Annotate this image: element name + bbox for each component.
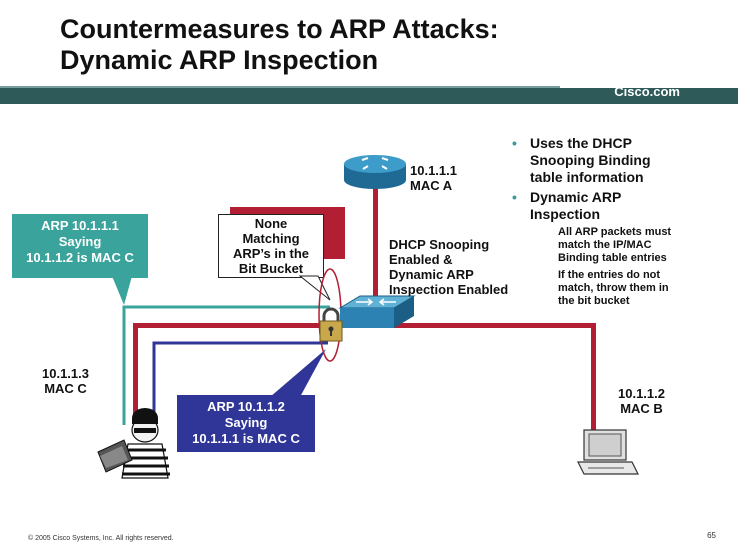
bullet-dot-icon: • xyxy=(512,189,517,205)
bullet-dot-icon: • xyxy=(512,135,517,151)
switch-label-line-3: Dynamic ARP xyxy=(389,267,474,282)
teal-arp-callout: ARP 10.1.1.1 Saying 10.1.1.2 is MAC C xyxy=(12,214,148,278)
attacker-label: 10.1.1.3 MAC C xyxy=(42,366,89,396)
host-b-label: 10.1.1.2 MAC B xyxy=(618,386,665,416)
host-b-icon xyxy=(577,429,639,475)
host-b-ip: 10.1.1.2 xyxy=(618,386,665,401)
switch-label-line-2: Enabled & xyxy=(389,252,453,267)
copyright-footer: © 2005 Cisco Systems, Inc. All rights re… xyxy=(28,535,174,542)
teal-callout-tail xyxy=(112,276,132,305)
router-link xyxy=(373,188,378,306)
blue-callout-line-1: ARP 10.1.1.2 xyxy=(207,399,285,414)
bullet-list: • Uses the DHCP Snooping Binding table i… xyxy=(508,135,730,312)
blue-callout-tail xyxy=(270,349,326,397)
bullet-1-line-1: Uses the DHCP xyxy=(530,135,632,151)
bullet-1-line-3: table information xyxy=(530,169,644,185)
attacker-icon xyxy=(97,408,170,479)
router-ip: 10.1.1.1 xyxy=(410,163,457,178)
blue-arp-callout: ARP 10.1.1.2 Saying 10.1.1.1 is MAC C xyxy=(177,395,315,452)
lock-icon xyxy=(319,307,343,342)
attacker-ip: 10.1.1.3 xyxy=(42,366,89,381)
router-icon xyxy=(344,155,406,189)
teal-callout-line-1: ARP 10.1.1.1 xyxy=(41,218,119,233)
bullet-2-line-2: Inspection xyxy=(530,206,601,222)
host-b-drop xyxy=(591,323,596,433)
bullet-item: • Uses the DHCP Snooping Binding table i… xyxy=(508,135,730,186)
blue-callout-line-2: Saying xyxy=(224,415,268,430)
blue-callout-line-3: 10.1.1.1 is MAC C xyxy=(192,431,300,446)
sub-bullet-1-line-3: Binding table entries xyxy=(558,252,667,264)
router-label: 10.1.1.1 MAC A xyxy=(410,163,457,193)
router-mac: MAC A xyxy=(410,178,453,193)
sub-bullet-2-line-2: match, throw them in xyxy=(558,282,669,294)
sub-bullet-2-line-3: the bit bucket xyxy=(558,295,630,307)
sub-bullet-item: All ARP packets must match the IP/MAC Bi… xyxy=(508,226,730,265)
bullet-1-line-2: Snooping Binding xyxy=(530,152,651,168)
bullet-item: • Dynamic ARP Inspection xyxy=(508,189,730,223)
sub-bullet-2-line-1: If the entries do not xyxy=(558,269,661,281)
switch-label-line-1: DHCP Snooping xyxy=(389,237,490,252)
switch-label-line-4: Inspection Enabled xyxy=(389,282,509,297)
switch-label: DHCP Snooping Enabled & Dynamic ARP Insp… xyxy=(389,237,508,297)
teal-callout-line-3: 10.1.1.2 is MAC C xyxy=(26,250,134,265)
page-number: 65 xyxy=(707,531,716,540)
teal-callout-line-2: Saying xyxy=(58,234,102,249)
sub-bullet-item: If the entries do not match, throw them … xyxy=(508,269,730,308)
bit-bucket-pointer xyxy=(298,275,331,301)
sub-bullet-1-line-2: match the IP/MAC xyxy=(558,239,652,251)
attacker-mac: MAC C xyxy=(44,381,87,396)
host-b-mac: MAC B xyxy=(620,401,663,416)
bullet-2-line-1: Dynamic ARP xyxy=(530,189,622,205)
sub-bullet-1-line-1: All ARP packets must xyxy=(558,226,672,238)
